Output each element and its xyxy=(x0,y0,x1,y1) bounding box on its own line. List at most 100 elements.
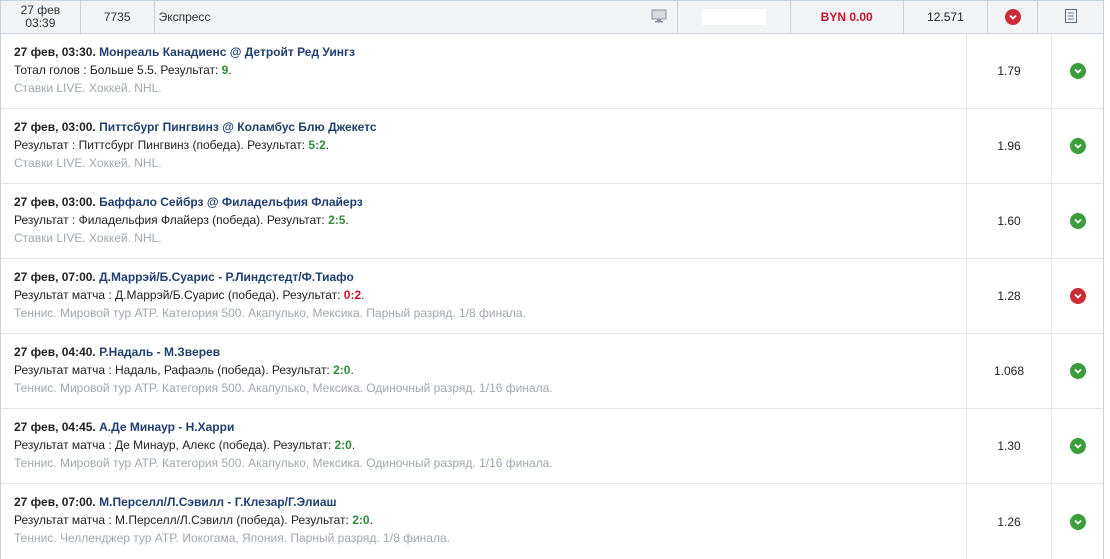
event-name[interactable]: Д.Маррэй/Б.Суарис - Р.Линдстедт/Ф.Тиафо xyxy=(99,270,354,284)
expand-status-icon[interactable] xyxy=(1004,9,1021,25)
selection-line: Результат : Филадельфия Флайерз (победа)… xyxy=(14,211,966,229)
event-datetime: 27 фев, 03:00. xyxy=(14,120,96,134)
event-title-line: 27 фев, 03:00. Питтсбург Пингвинз @ Кола… xyxy=(14,118,966,136)
masked-cell xyxy=(678,1,791,33)
bet-odds: 1.28 xyxy=(967,259,1052,333)
bet-detail-row: 27 фев, 04:45. А.Де Минаур - Н.Харри Рез… xyxy=(1,409,1103,484)
event-name[interactable]: Р.Надаль - М.Зверев xyxy=(99,345,220,359)
event-title-line: 27 фев, 04:45. А.Де Минаур - Н.Харри xyxy=(14,418,966,436)
check-circle-icon xyxy=(1069,63,1086,79)
event-name[interactable]: Монреаль Канадиенс @ Детройт Ред Уингз xyxy=(99,45,355,59)
bet-time: 03:39 xyxy=(25,16,56,30)
bet-detail-row: 27 фев, 03:00. Баффало Сейбрз @ Филадель… xyxy=(1,184,1103,259)
document-icon[interactable] xyxy=(1064,8,1077,26)
event-datetime: 27 фев, 03:30. xyxy=(14,45,96,59)
bet-summary-row[interactable]: 27 фев 03:39 7735 Экспресс BYN 0.00 12.5… xyxy=(1,0,1103,34)
bet-info: 27 фев, 04:40. Р.Надаль - М.Зверев Резул… xyxy=(1,334,967,408)
event-score: 2:0 xyxy=(334,438,352,452)
bet-info: 27 фев, 03:00. Баффало Сейбрз @ Филадель… xyxy=(1,184,967,258)
outcome-cell xyxy=(1052,259,1103,333)
event-datetime: 27 фев, 04:45. xyxy=(14,420,96,434)
league-line: Теннис. Мировой тур ATP. Категория 500. … xyxy=(14,306,526,320)
bet-type: Экспресс xyxy=(158,10,211,24)
bet-odds: 1.068 xyxy=(967,334,1052,408)
event-score: 2:0 xyxy=(333,363,351,377)
event-score: 2:0 xyxy=(352,513,370,527)
outcome-cell xyxy=(1052,484,1103,559)
check-circle-icon xyxy=(1069,438,1086,454)
score-tail: . xyxy=(350,363,354,377)
bet-details-list: 27 фев, 03:30. Монреаль Канадиенс @ Детр… xyxy=(1,34,1103,559)
event-datetime: 27 фев, 04:40. xyxy=(14,345,96,359)
event-score: 5:2 xyxy=(308,138,326,152)
event-name[interactable]: М.Перселл/Л.Сэвилл - Г.Клезар/Г.Элиаш xyxy=(99,495,336,509)
bet-history-panel: 27 фев 03:39 7735 Экспресс BYN 0.00 12.5… xyxy=(0,0,1104,559)
selection-line: Результат матча : Надаль, Рафаэль (побед… xyxy=(14,361,966,379)
bet-odds: 1.79 xyxy=(967,34,1052,108)
event-name[interactable]: А.Де Минаур - Н.Харри xyxy=(99,420,234,434)
check-circle-icon xyxy=(1069,363,1086,379)
selection-line: Результат матча : Д.Маррэй/Б.Суарис (поб… xyxy=(14,286,966,304)
selection-text: Результат матча : Де Минаур, Алекс (побе… xyxy=(14,438,335,452)
cross-circle-icon xyxy=(1069,288,1086,304)
bet-status-cell xyxy=(988,1,1039,33)
check-circle-icon xyxy=(1069,513,1086,530)
selection-line: Тотал голов : Больше 5.5. Результат: 9. xyxy=(14,61,966,79)
bet-detail-row: 27 фев, 04:40. Р.Надаль - М.Зверев Резул… xyxy=(1,334,1103,409)
check-circle-icon xyxy=(1069,138,1086,154)
event-title-line: 27 фев, 03:30. Монреаль Канадиенс @ Детр… xyxy=(14,43,966,61)
selection-text: Результат : Филадельфия Флайерз (победа)… xyxy=(14,213,329,227)
score-tail: . xyxy=(351,438,356,452)
bet-info: 27 фев, 07:00. Д.Маррэй/Б.Суарис - Р.Лин… xyxy=(1,259,967,333)
selection-text: Результат матча : Д.Маррэй/Б.Суарис (поб… xyxy=(14,288,344,302)
outcome-cell xyxy=(1052,409,1103,483)
league-line: Ставки LIVE. Хоккей. NHL. xyxy=(14,231,162,245)
selection-text: Результат : Питтсбург Пингвинз (победа).… xyxy=(14,138,309,152)
score-tail: . xyxy=(228,63,232,77)
event-name[interactable]: Баффало Сейбрз @ Филадельфия Флайерз xyxy=(99,195,363,209)
event-title-line: 27 фев, 07:00. Д.Маррэй/Б.Суарис - Р.Лин… xyxy=(14,268,966,286)
selection-line: Результат : Питтсбург Пингвинз (победа).… xyxy=(14,136,966,154)
bet-type-cell: Экспресс xyxy=(155,1,679,33)
event-title-line: 27 фев, 07:00. М.Перселл/Л.Сэвилл - Г.Кл… xyxy=(14,493,966,511)
bet-info: 27 фев, 03:00. Питтсбург Пингвинз @ Кола… xyxy=(1,109,967,183)
bet-info: 27 фев, 07:00. М.Перселл/Л.Сэвилл - Г.Кл… xyxy=(1,484,967,559)
bet-odds: 1.96 xyxy=(967,109,1052,183)
outcome-cell xyxy=(1052,34,1103,108)
bet-odds: 1.60 xyxy=(967,184,1052,258)
league-line: Ставки LIVE. Хоккей. NHL. xyxy=(14,156,162,170)
document-cell xyxy=(1038,1,1103,33)
selection-line: Результат матча : Де Минаур, Алекс (побе… xyxy=(14,436,966,454)
masked-value xyxy=(702,9,766,25)
bet-detail-row: 27 фев, 03:00. Питтсбург Пингвинз @ Кола… xyxy=(1,109,1103,184)
league-line: Теннис. Мировой тур ATP. Категория 500. … xyxy=(14,456,553,470)
score-tail: . xyxy=(345,213,349,227)
stake-amount: BYN 0.00 xyxy=(791,1,904,33)
event-title-line: 27 фев, 04:40. Р.Надаль - М.Зверев xyxy=(14,343,966,361)
outcome-cell xyxy=(1052,334,1103,408)
league-line: Теннис. Челленджер тур ATP. Иокогама, Яп… xyxy=(14,531,450,545)
event-datetime: 27 фев, 07:00. xyxy=(14,495,96,509)
bet-odds: 1.30 xyxy=(967,409,1052,483)
league-line: Ставки LIVE. Хоккей. NHL. xyxy=(14,81,162,95)
event-score: 2:5 xyxy=(328,213,346,227)
outcome-cell xyxy=(1052,184,1103,258)
bet-date-cell: 27 фев 03:39 xyxy=(1,1,81,33)
selection-text: Результат матча : М.Перселл/Л.Сэвилл (по… xyxy=(14,513,353,527)
event-name[interactable]: Питтсбург Пингвинз @ Коламбус Блю Джекет… xyxy=(99,120,376,134)
score-tail: . xyxy=(369,513,373,527)
bet-detail-row: 27 фев, 07:00. М.Перселл/Л.Сэвилл - Г.Кл… xyxy=(1,484,1103,559)
tv-icon[interactable] xyxy=(651,9,667,26)
score-tail: . xyxy=(325,138,330,152)
league-line: Теннис. Мировой тур ATP. Категория 500. … xyxy=(14,381,553,395)
bet-number: 7735 xyxy=(81,1,155,33)
bet-odds: 1.26 xyxy=(967,484,1052,559)
bet-detail-row: 27 фев, 03:30. Монреаль Канадиенс @ Детр… xyxy=(1,34,1103,109)
check-circle-icon xyxy=(1069,213,1086,229)
event-title-line: 27 фев, 03:00. Баффало Сейбрз @ Филадель… xyxy=(14,193,966,211)
bet-info: 27 фев, 03:30. Монреаль Канадиенс @ Детр… xyxy=(1,34,967,108)
total-coefficient: 12.571 xyxy=(904,1,989,33)
bet-detail-row: 27 фев, 07:00. Д.Маррэй/Б.Суарис - Р.Лин… xyxy=(1,259,1103,334)
event-datetime: 27 фев, 03:00. xyxy=(14,195,96,209)
selection-text: Тотал голов : Больше 5.5. Результат: xyxy=(14,63,222,77)
